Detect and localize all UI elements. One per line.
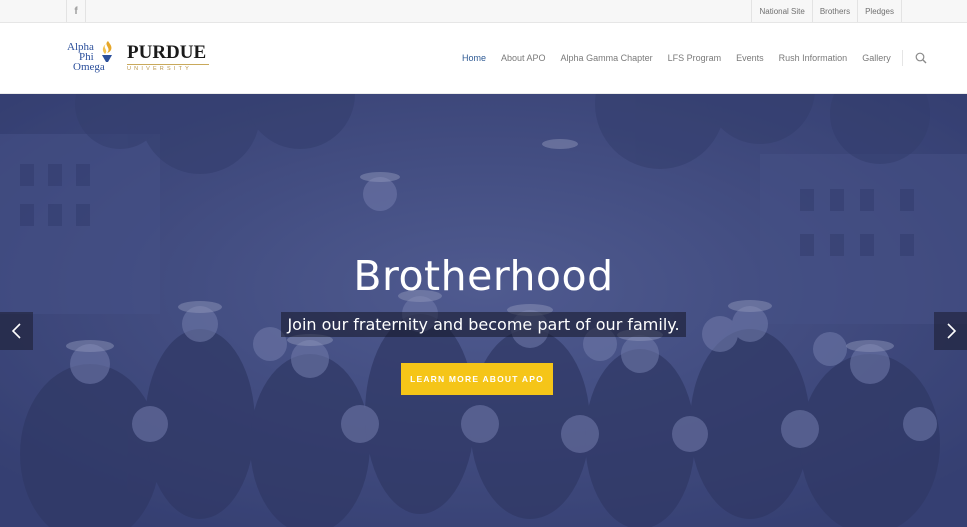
nav-alpha-gamma-chapter[interactable]: Alpha Gamma Chapter xyxy=(561,53,653,63)
nav-gallery[interactable]: Gallery xyxy=(862,53,891,63)
main-nav: Home About APO Alpha Gamma Chapter LFS P… xyxy=(462,23,927,93)
hero-subtitle-wrap: Join our fraternity and become part of o… xyxy=(0,312,967,337)
nav-about-apo[interactable]: About APO xyxy=(501,53,546,63)
nav-divider xyxy=(901,50,903,66)
top-link-pledges[interactable]: Pledges xyxy=(857,0,902,22)
apo-logo[interactable]: Alpha Phi Omega xyxy=(66,40,116,80)
slider-next-button[interactable] xyxy=(934,312,967,350)
nav-rush-information[interactable]: Rush Information xyxy=(779,53,848,63)
chevron-left-icon xyxy=(11,323,21,339)
nav-events[interactable]: Events xyxy=(736,53,764,63)
site-header: Alpha Phi Omega PURDUE UNIVERSITY Home A… xyxy=(0,23,967,94)
slider-prev-button[interactable] xyxy=(0,312,33,350)
top-links: National Site Brothers Pledges xyxy=(751,0,902,22)
top-utility-bar: f National Site Brothers Pledges xyxy=(0,0,967,23)
top-link-national-site[interactable]: National Site xyxy=(751,0,811,22)
hero-background-image xyxy=(0,94,967,527)
purdue-logo[interactable]: PURDUE UNIVERSITY xyxy=(127,43,209,75)
learn-more-button[interactable]: LEARN MORE ABOUT APO xyxy=(401,363,553,395)
facebook-icon[interactable]: f xyxy=(66,0,86,22)
purdue-logo-word: PURDUE xyxy=(127,42,207,63)
nav-home[interactable]: Home xyxy=(462,53,486,63)
purdue-logo-university: UNIVERSITY xyxy=(127,66,193,72)
purdue-logo-rule xyxy=(127,64,209,65)
torch-icon xyxy=(102,41,112,62)
nav-lfs-program[interactable]: LFS Program xyxy=(668,53,722,63)
search-icon[interactable] xyxy=(915,52,927,64)
hero-slider: Brotherhood Join our fraternity and beco… xyxy=(0,94,967,527)
hero-title: Brotherhood xyxy=(353,252,614,300)
hero-subtitle: Join our fraternity and become part of o… xyxy=(281,312,686,337)
chevron-right-icon xyxy=(946,323,956,339)
top-link-brothers[interactable]: Brothers xyxy=(811,0,857,22)
